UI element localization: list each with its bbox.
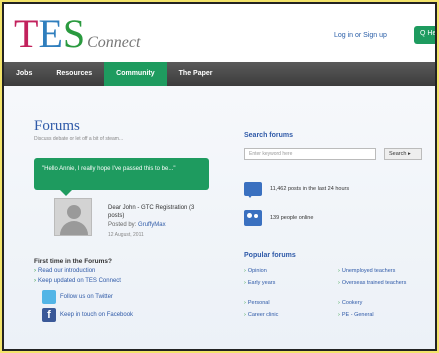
posts-stat: 11,462 posts in the last 24 hours	[244, 182, 350, 198]
post-author-line: Posted by: GruffyMax	[108, 222, 166, 228]
tes-logo[interactable]: TES Connect	[14, 14, 140, 54]
popular-forum-link[interactable]: › Unemployed teachers	[338, 268, 430, 275]
first-time-heading: First time in the Forums?	[34, 258, 113, 265]
logo-letter-s: S	[62, 11, 86, 56]
popular-forum-link[interactable]: › Opinion	[244, 268, 324, 275]
page-subtitle: Discuss debate or let off a bit of steam…	[34, 136, 124, 142]
nav-item-the-paper[interactable]: The Paper	[167, 62, 225, 86]
post-date: 12 August, 2011	[108, 232, 144, 238]
popular-forum-link[interactable]: › PE - General	[338, 312, 430, 319]
twitter-icon	[42, 290, 56, 304]
people-stat-text: 139 people online	[270, 215, 314, 221]
facebook-icon: f	[42, 308, 56, 322]
forum-label: Early years	[247, 280, 276, 286]
avatar[interactable]	[54, 198, 92, 236]
page-title: Forums	[34, 118, 80, 134]
arrow-icon: ›	[244, 268, 246, 274]
forum-label: PE - General	[341, 312, 374, 318]
page-frame: TES Connect Log in or Sign up Q Help Job…	[2, 2, 437, 351]
arrow-icon: ›	[244, 312, 246, 318]
people-stat: 139 people online	[244, 210, 313, 226]
main-content: Forums Discuss debate or let off a bit o…	[4, 86, 435, 349]
nav-item-community[interactable]: Community	[104, 62, 167, 90]
arrow-icon: ›	[244, 280, 246, 286]
arrow-icon: ›	[338, 300, 340, 306]
logo-letter-e: E	[38, 11, 63, 56]
forum-label: Overseas trained teachers	[341, 280, 407, 286]
forum-label: Personal	[247, 300, 270, 306]
post-author-link[interactable]: GruffyMax	[138, 222, 166, 228]
search-input[interactable]: Enter keyword here	[244, 148, 376, 160]
arrow-icon: ›	[34, 278, 36, 284]
forum-label: Cookery	[341, 300, 363, 306]
speech-bubble-icon	[244, 182, 262, 198]
popular-forum-link[interactable]: › Overseas trained teachers	[338, 280, 414, 287]
popular-forum-link[interactable]: › Early years	[244, 280, 324, 287]
link-label: Read our introduction	[38, 268, 96, 274]
people-icon	[244, 210, 262, 226]
link-label: Keep updated on TES Connect	[38, 278, 121, 284]
twitter-link[interactable]: Follow us on Twitter	[42, 290, 113, 304]
site-header: TES Connect Log in or Sign up Q Help	[4, 4, 435, 60]
login-signup-link[interactable]: Log in or Sign up	[334, 32, 387, 39]
post-title[interactable]: Dear John - GTC Registration (3 posts)	[108, 204, 198, 220]
arrow-icon: ›	[244, 300, 246, 306]
arrow-icon: ›	[338, 312, 340, 318]
read-introduction-link[interactable]: › Read our introduction	[34, 268, 95, 274]
search-forums-heading: Search forums	[244, 132, 294, 139]
keep-updated-link[interactable]: › Keep updated on TES Connect	[34, 278, 121, 284]
twitter-label: Follow us on Twitter	[60, 294, 113, 300]
avatar-body	[60, 221, 88, 235]
posts-stat-text: 11,462 posts in the last 24 hours	[270, 186, 350, 192]
forum-label: Career clinic	[247, 312, 279, 318]
forum-label: Unemployed teachers	[341, 268, 396, 274]
avatar-head	[67, 205, 81, 219]
popular-forum-link[interactable]: › Career clinic	[244, 312, 324, 319]
help-button[interactable]: Q Help	[414, 26, 435, 44]
facebook-link[interactable]: f Keep in touch on Facebook	[42, 308, 133, 322]
logo-letter-t: T	[14, 11, 39, 56]
arrow-icon: ›	[338, 280, 340, 286]
facebook-label: Keep in touch on Facebook	[60, 312, 134, 318]
post-by-prefix: Posted by:	[108, 222, 137, 228]
popular-forum-link[interactable]: › Personal	[244, 300, 324, 307]
nav-item-jobs[interactable]: Jobs	[4, 62, 44, 86]
arrow-icon: ›	[34, 268, 36, 274]
main-nav: Jobs Resources Community The Paper	[4, 62, 435, 90]
quote-bubble[interactable]: "Hello Annie, I really hope I've passed …	[34, 158, 209, 196]
popular-forum-link[interactable]: › Cookery	[338, 300, 430, 307]
arrow-icon: ›	[338, 268, 340, 274]
popular-forums-heading: Popular forums	[244, 252, 296, 259]
nav-item-resources[interactable]: Resources	[44, 62, 104, 86]
logo-subtitle: Connect	[87, 34, 141, 51]
forum-label: Opinion	[247, 268, 267, 274]
search-button[interactable]: Search ▸	[384, 148, 422, 160]
